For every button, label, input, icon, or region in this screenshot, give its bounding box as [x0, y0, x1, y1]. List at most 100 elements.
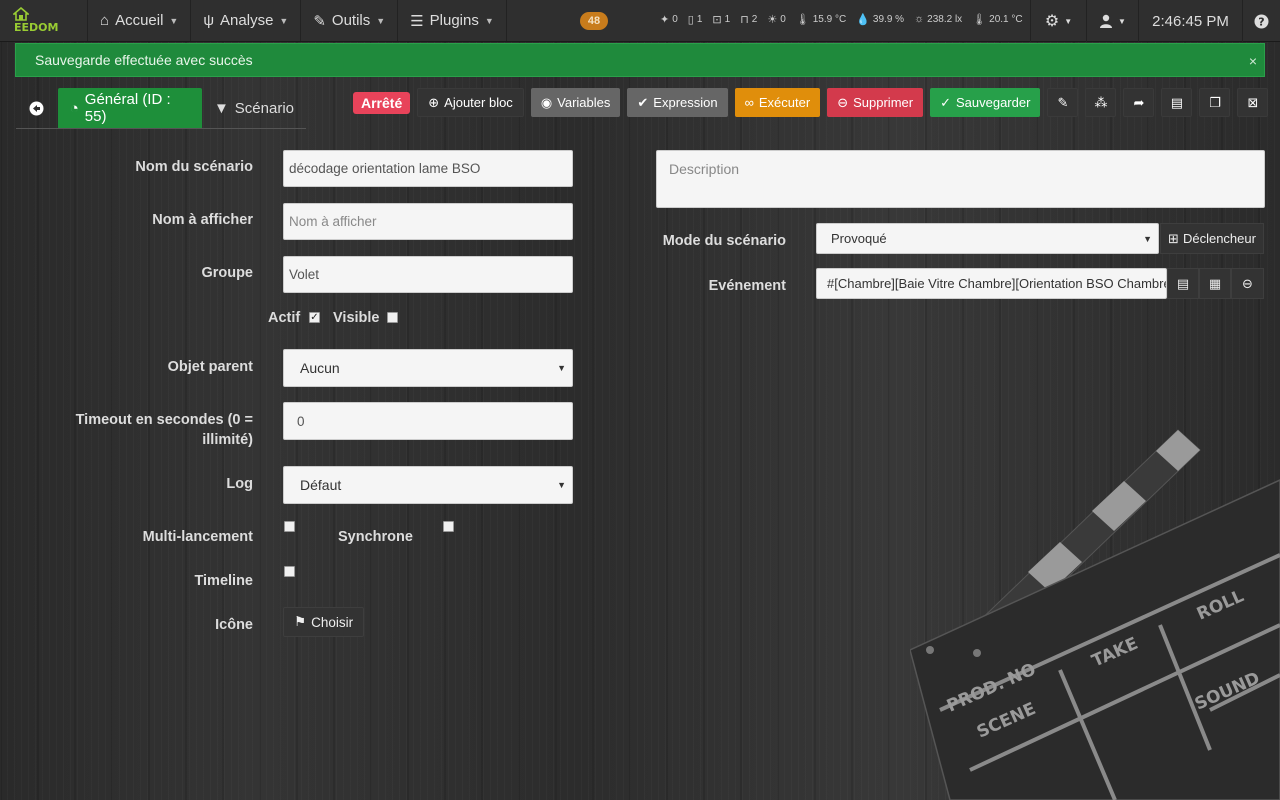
arrow-circle-left-icon [29, 101, 44, 115]
active-checkbox[interactable]: ✓ [309, 312, 320, 323]
copy-icon: ❐ [1209, 94, 1221, 110]
global-summary: ✦ 0 ▯ 1 ⊡ 1 ⊓ 2 ☀ 0 🌡 15.9 °C 💧 39.9 % ☼ 238.2 l… [660, 10, 1023, 28]
plus-circle-icon: ⊕ [428, 94, 440, 110]
button-label: Choisir [311, 614, 354, 630]
caret-down-icon: ▼ [376, 15, 386, 26]
clock: 2:46:45 PM [1138, 0, 1242, 42]
button-label: Supprimer [853, 95, 914, 110]
group-label: Groupe [201, 265, 253, 281]
summary-motion[interactable]: ✦ 0 [660, 13, 678, 26]
event-label: Evénement [708, 278, 786, 294]
summary-value: 20.1 °C [989, 13, 1023, 25]
summary-light[interactable]: ☀ 0 [767, 13, 785, 26]
description-textarea[interactable]: Description [656, 150, 1265, 208]
menu-analyse[interactable]: ψ Analyse ▼ [191, 0, 302, 41]
menu-label: Plugins [429, 12, 479, 29]
home-icon: ⌂ [100, 12, 110, 29]
button-label: Variables [557, 95, 611, 110]
add-block-button[interactable]: ⊕ Ajouter bloc [417, 88, 524, 117]
multi-launch-checkbox[interactable] [284, 521, 295, 532]
minus-circle-icon: ⊖ [1242, 275, 1253, 291]
summary-temperature[interactable]: 🌡 15.9 °C [796, 13, 846, 26]
cogs-icon: ⚙ [1044, 13, 1060, 30]
question-circle-icon: ? [1254, 14, 1269, 28]
summary-luminosity[interactable]: ☼ 238.2 lx [914, 13, 962, 25]
humidity-icon: 💧 [856, 13, 870, 26]
dashboard-icon: ◔ [69, 99, 79, 117]
menu-accueil[interactable]: ⌂ Accueil ▼ [88, 0, 192, 41]
wrench-icon: ✎ [313, 12, 326, 30]
synchronous-label: Synchrone [338, 529, 413, 545]
minus-circle-icon: ⊖ [837, 94, 849, 110]
synchronous-checkbox[interactable] [443, 521, 454, 532]
summary-value: 2 [751, 13, 758, 25]
menu-plugins[interactable]: ☰ Plugins ▼ [398, 0, 507, 41]
save-button[interactable]: ✓ Sauvegarder [930, 88, 1041, 117]
export-button[interactable]: ➦ [1123, 88, 1155, 117]
display-name-input[interactable]: Nom à afficher [283, 203, 573, 240]
button-label: Exécuter [758, 95, 811, 110]
log-select[interactable]: Défaut ▼ [283, 466, 573, 504]
edit-icon: ✎ [1057, 94, 1069, 110]
expression-button[interactable]: ✔ Expression [627, 88, 728, 117]
jeedom-logo[interactable]: EEDOM [0, 0, 88, 41]
menu-label: Outils [331, 12, 371, 29]
logo-text: EEDOM [14, 21, 59, 34]
list-alt-icon: ▤ [1176, 275, 1190, 291]
user-menu[interactable]: ▼ [1086, 0, 1138, 42]
help-button[interactable]: ? [1242, 0, 1280, 42]
summary-window[interactable]: ⊡ 1 [712, 13, 730, 26]
timeout-label-line2: illimité) [202, 432, 253, 448]
scenario-name-input[interactable]: décodage orientation lame BSO [283, 150, 573, 187]
summary-shutter[interactable]: ⊓ 2 [740, 13, 757, 26]
timeout-input[interactable]: 0 [283, 402, 573, 440]
choose-icon-button[interactable]: ⚑ Choisir [283, 607, 365, 637]
select-command-button[interactable]: ▤ [1167, 268, 1199, 299]
name-label: Nom du scénario [135, 159, 253, 175]
button-label: Ajouter bloc [444, 95, 513, 110]
filter-icon: ▼ [213, 99, 229, 117]
alert-message: Sauvegarde effectuée avec succès [35, 52, 253, 68]
user-icon [1100, 14, 1113, 28]
message-count-badge[interactable]: 48 [580, 12, 608, 30]
close-icon[interactable]: × [1249, 53, 1257, 69]
caret-down-icon: ▼ [1064, 16, 1073, 26]
dependencies-button[interactable]: ⁂ [1085, 88, 1117, 117]
parent-object-select[interactable]: Aucun ▼ [283, 349, 573, 387]
settings-menu[interactable]: ⚙ ▼ [1030, 0, 1086, 42]
execute-button[interactable]: ∞ Exécuter [734, 88, 821, 117]
add-trigger-button[interactable]: ⊞ Déclencheur [1160, 223, 1264, 254]
variables-button[interactable]: ◉ Variables [530, 88, 621, 117]
tab-label: Scénario [234, 99, 294, 117]
caret-down-icon: ▼ [484, 15, 494, 26]
summary-value: 0 [780, 13, 786, 25]
caret-down-icon: ▼ [279, 15, 289, 26]
scenario-mode-select[interactable]: Provoqué ▼ [816, 223, 1159, 254]
group-input[interactable]: Volet [283, 256, 573, 293]
summary-temperature-2[interactable]: 🌡 20.1 °C [972, 13, 1022, 26]
select-scenario-button[interactable]: ▦ [1199, 268, 1231, 299]
summary-door[interactable]: ▯ 1 [688, 13, 703, 26]
tasks-icon: ☰ [410, 12, 424, 30]
summary-humidity[interactable]: 💧 39.9 % [856, 13, 904, 26]
event-trigger-input[interactable]: #[Chambre][Baie Vitre Chambre][Orientati… [816, 268, 1167, 299]
active-label: Actif [268, 310, 301, 326]
light-icon: ☀ [767, 13, 778, 26]
visible-checkbox[interactable] [387, 312, 398, 323]
menu-outils[interactable]: ✎ Outils ▼ [301, 0, 399, 41]
tab-general[interactable]: ◔ Général (ID : 55) [57, 88, 202, 128]
back-button[interactable] [16, 88, 58, 128]
timeline-checkbox[interactable] [284, 566, 295, 577]
button-label: Sauvegarder [955, 95, 1031, 110]
tab-scenario[interactable]: ▼ Scénario [202, 88, 306, 128]
delete-button[interactable]: ⊖ Supprimer [827, 88, 924, 117]
scenario-toolbar: Arrêté ⊕ Ajouter bloc ◉ Variables ✔ Expr… [353, 88, 1269, 117]
house-logo-icon [13, 7, 29, 21]
template-button[interactable]: ⊠ [1237, 88, 1269, 117]
edit-button[interactable]: ✎ [1047, 88, 1079, 117]
remove-trigger-button[interactable]: ⊖ [1231, 268, 1264, 299]
motion-icon: ✦ [660, 13, 670, 26]
window-icon: ⊡ [712, 13, 722, 26]
log-button[interactable]: ▤ [1161, 88, 1193, 117]
duplicate-button[interactable]: ❐ [1199, 88, 1231, 117]
